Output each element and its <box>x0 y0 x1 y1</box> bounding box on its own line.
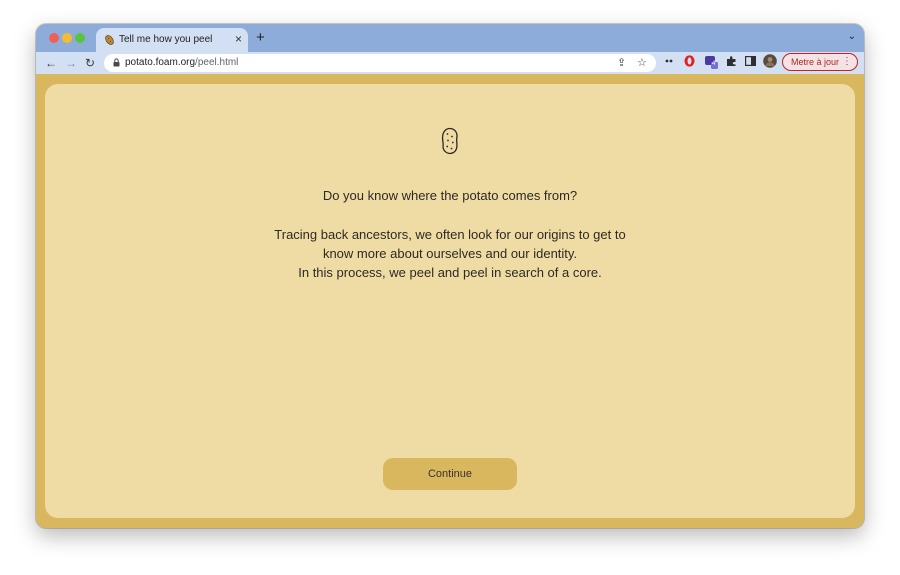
new-tab-button[interactable]: + <box>256 30 265 45</box>
url-path: /peel.html <box>195 57 239 68</box>
tab-title: Tell me how you peel <box>119 34 213 45</box>
puzzle-extensions-icon[interactable] <box>726 55 737 67</box>
tab-strip: Tell me how you peel × + ⌄ <box>36 24 864 52</box>
kebab-menu-icon[interactable]: ⋮ <box>842 56 852 67</box>
back-button[interactable]: ← <box>45 55 57 71</box>
close-tab-icon[interactable]: × <box>235 32 242 46</box>
lock-icon[interactable] <box>113 58 120 67</box>
intro-paragraph: Tracing back ancestors, we often look fo… <box>45 225 855 282</box>
update-chrome-button[interactable]: Metre à jour ⋮ <box>782 53 858 71</box>
extension-badge-count: 4 <box>712 61 716 67</box>
forward-button[interactable]: → <box>65 55 77 71</box>
reading-mode-icon[interactable] <box>664 56 674 66</box>
intro-question: Do you know where the potato comes from? <box>322 188 578 203</box>
intro-line-2: know more about ourselves and our identi… <box>322 246 578 261</box>
tab-search-chevron-icon[interactable]: ⌄ <box>848 31 856 42</box>
reload-button[interactable]: ↻ <box>85 55 95 71</box>
continue-button[interactable]: Continue <box>383 458 517 490</box>
intro-line-3: In this process, we peel and peel in sea… <box>298 265 602 280</box>
close-window-button[interactable] <box>49 33 59 43</box>
address-bar[interactable]: potato.foam.org/peel.html ⇪ ☆ <box>104 54 656 72</box>
intro-line-1: Tracing back ancestors, we often look fo… <box>274 227 626 242</box>
browser-toolbar: ← → ↻ potato.foam.org/peel.html ⇪ ☆ 4 Me… <box>36 52 864 74</box>
zoom-window-button[interactable] <box>75 33 85 43</box>
browser-window: Tell me how you peel × + ⌄ ← → ↻ potato.… <box>36 24 864 528</box>
url-text[interactable]: potato.foam.org/peel.html <box>125 57 238 68</box>
potato-icon <box>441 127 458 155</box>
url-domain: potato.foam.org <box>125 57 196 68</box>
share-icon[interactable]: ⇪ <box>617 56 626 70</box>
side-panel-icon[interactable] <box>745 56 756 66</box>
extension-badge-icon[interactable]: 4 <box>704 55 718 69</box>
profile-avatar[interactable] <box>763 54 777 68</box>
opera-icon[interactable] <box>684 55 695 67</box>
update-button-label: Metre à jour <box>791 57 840 67</box>
continue-button-label: Continue <box>427 468 473 480</box>
intro-panel: Do you know where the potato comes from?… <box>45 84 855 518</box>
potato-icon <box>105 35 114 45</box>
minimize-window-button[interactable] <box>62 33 72 43</box>
bookmark-star-icon[interactable]: ☆ <box>637 56 647 70</box>
tab-active[interactable]: Tell me how you peel × <box>96 28 248 52</box>
